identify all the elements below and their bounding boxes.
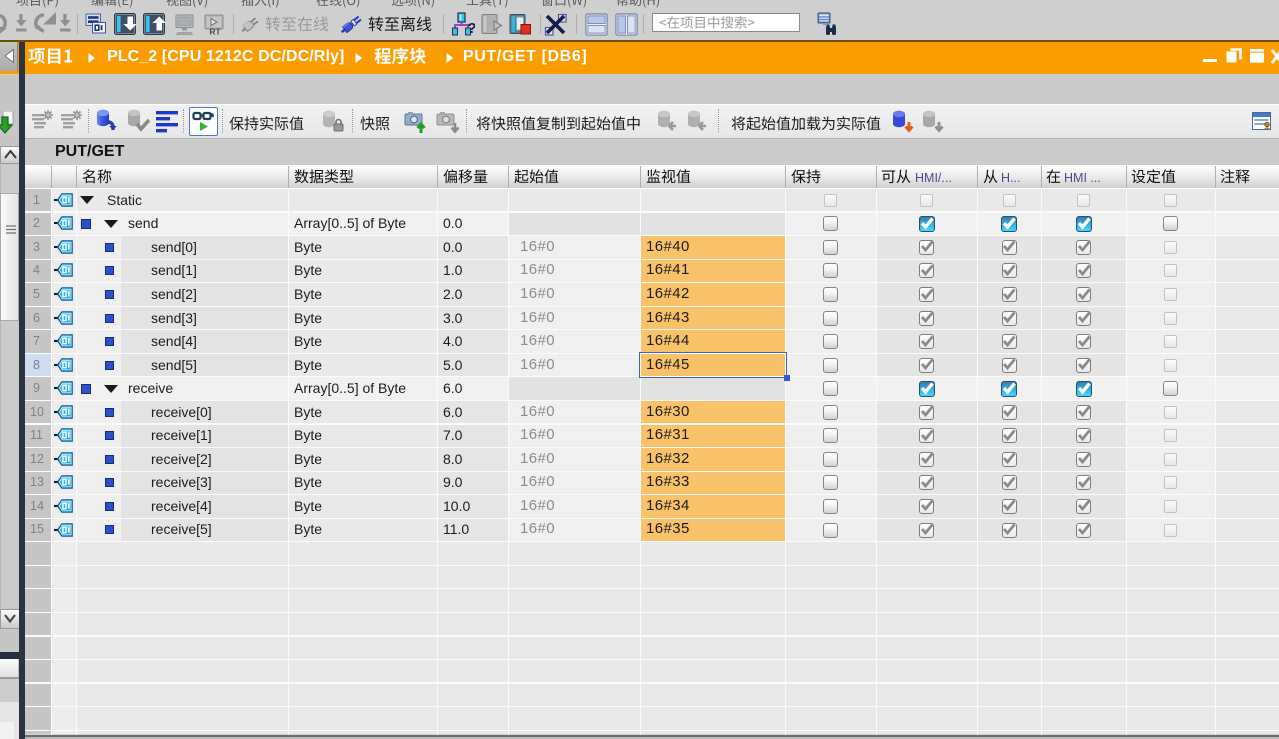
- svg-text:?: ?: [467, 20, 475, 36]
- svg-text:RT: RT: [209, 27, 221, 36]
